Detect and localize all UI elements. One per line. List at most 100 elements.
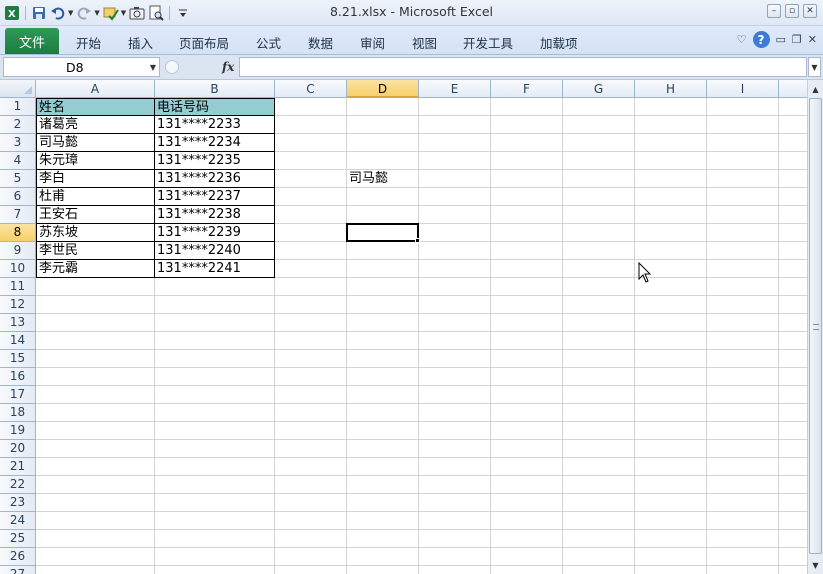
- cell-e18[interactable]: [419, 404, 491, 422]
- cell-f9[interactable]: [491, 242, 563, 260]
- cell-h26[interactable]: [635, 548, 707, 566]
- cell-e22[interactable]: [419, 476, 491, 494]
- row-header-4[interactable]: 4: [0, 152, 36, 170]
- cell-a25[interactable]: [36, 530, 155, 548]
- cell-i23[interactable]: [707, 494, 779, 512]
- row-header-15[interactable]: 15: [0, 350, 36, 368]
- cell-j1[interactable]: [779, 98, 807, 116]
- cell-c6[interactable]: [275, 188, 347, 206]
- cell-g20[interactable]: [563, 440, 635, 458]
- cell-a14[interactable]: [36, 332, 155, 350]
- formula-cancel-icon[interactable]: [165, 60, 179, 74]
- cell-j20[interactable]: [779, 440, 807, 458]
- cell-j17[interactable]: [779, 386, 807, 404]
- cell-h1[interactable]: [635, 98, 707, 116]
- row-header-2[interactable]: 2: [0, 116, 36, 134]
- cell-f5[interactable]: [491, 170, 563, 188]
- row-header-5[interactable]: 5: [0, 170, 36, 188]
- tab-developer[interactable]: 开发工具: [463, 33, 513, 52]
- cell-e11[interactable]: [419, 278, 491, 296]
- cell-g24[interactable]: [563, 512, 635, 530]
- cell-a16[interactable]: [36, 368, 155, 386]
- cell-f11[interactable]: [491, 278, 563, 296]
- cell-i22[interactable]: [707, 476, 779, 494]
- row-header-14[interactable]: 14: [0, 332, 36, 350]
- cell-b13[interactable]: [155, 314, 275, 332]
- cell-c14[interactable]: [275, 332, 347, 350]
- cell-e8[interactable]: [419, 224, 491, 242]
- cell-c26[interactable]: [275, 548, 347, 566]
- tab-page-layout[interactable]: 页面布局: [179, 33, 229, 52]
- cell-j26[interactable]: [779, 548, 807, 566]
- cell-j9[interactable]: [779, 242, 807, 260]
- cell-f13[interactable]: [491, 314, 563, 332]
- cell-d27[interactable]: [347, 566, 419, 574]
- formula-input[interactable]: [239, 57, 807, 77]
- cell-c16[interactable]: [275, 368, 347, 386]
- cell-i18[interactable]: [707, 404, 779, 422]
- cell-g5[interactable]: [563, 170, 635, 188]
- cell-j15[interactable]: [779, 350, 807, 368]
- cell-b17[interactable]: [155, 386, 275, 404]
- cell-f25[interactable]: [491, 530, 563, 548]
- cell-c25[interactable]: [275, 530, 347, 548]
- cell-b4[interactable]: 131****2235: [155, 152, 275, 170]
- cell-h21[interactable]: [635, 458, 707, 476]
- row-header-25[interactable]: 25: [0, 530, 36, 548]
- cell-b14[interactable]: [155, 332, 275, 350]
- cell-i3[interactable]: [707, 134, 779, 152]
- column-header-i[interactable]: I: [707, 80, 779, 98]
- cell-f2[interactable]: [491, 116, 563, 134]
- cell-i2[interactable]: [707, 116, 779, 134]
- cell-a22[interactable]: [36, 476, 155, 494]
- cell-i6[interactable]: [707, 188, 779, 206]
- cell-j8[interactable]: [779, 224, 807, 242]
- cell-b2[interactable]: 131****2233: [155, 116, 275, 134]
- cell-g14[interactable]: [563, 332, 635, 350]
- cell-d19[interactable]: [347, 422, 419, 440]
- cell-j4[interactable]: [779, 152, 807, 170]
- cell-i7[interactable]: [707, 206, 779, 224]
- cell-e7[interactable]: [419, 206, 491, 224]
- row-header-20[interactable]: 20: [0, 440, 36, 458]
- cell-d18[interactable]: [347, 404, 419, 422]
- column-header-h[interactable]: H: [635, 80, 707, 98]
- tab-addins[interactable]: 加载项: [540, 33, 578, 52]
- cell-f7[interactable]: [491, 206, 563, 224]
- cell-i17[interactable]: [707, 386, 779, 404]
- cell-e17[interactable]: [419, 386, 491, 404]
- tab-insert[interactable]: 插入: [128, 33, 153, 52]
- cell-c21[interactable]: [275, 458, 347, 476]
- cell-a3[interactable]: 司马懿: [36, 134, 155, 152]
- cell-a1[interactable]: 姓名: [36, 98, 155, 116]
- cell-f27[interactable]: [491, 566, 563, 574]
- row-header-23[interactable]: 23: [0, 494, 36, 512]
- row-header-13[interactable]: 13: [0, 314, 36, 332]
- cell-f21[interactable]: [491, 458, 563, 476]
- cell-f14[interactable]: [491, 332, 563, 350]
- column-header-e[interactable]: E: [419, 80, 491, 98]
- cell-h3[interactable]: [635, 134, 707, 152]
- row-header-3[interactable]: 3: [0, 134, 36, 152]
- column-header-partial[interactable]: [779, 80, 807, 98]
- cell-h14[interactable]: [635, 332, 707, 350]
- cell-c10[interactable]: [275, 260, 347, 278]
- cell-a7[interactable]: 王安石: [36, 206, 155, 224]
- cell-b12[interactable]: [155, 296, 275, 314]
- scroll-thumb[interactable]: [809, 98, 822, 554]
- cell-h17[interactable]: [635, 386, 707, 404]
- cell-a27[interactable]: [36, 566, 155, 574]
- cell-d6[interactable]: [347, 188, 419, 206]
- cell-d4[interactable]: [347, 152, 419, 170]
- row-header-26[interactable]: 26: [0, 548, 36, 566]
- row-header-9[interactable]: 9: [0, 242, 36, 260]
- cell-i9[interactable]: [707, 242, 779, 260]
- row-header-10[interactable]: 10: [0, 260, 36, 278]
- cell-g12[interactable]: [563, 296, 635, 314]
- cell-h6[interactable]: [635, 188, 707, 206]
- cell-c13[interactable]: [275, 314, 347, 332]
- column-header-b[interactable]: B: [155, 80, 275, 98]
- cell-e2[interactable]: [419, 116, 491, 134]
- cell-h20[interactable]: [635, 440, 707, 458]
- cell-e15[interactable]: [419, 350, 491, 368]
